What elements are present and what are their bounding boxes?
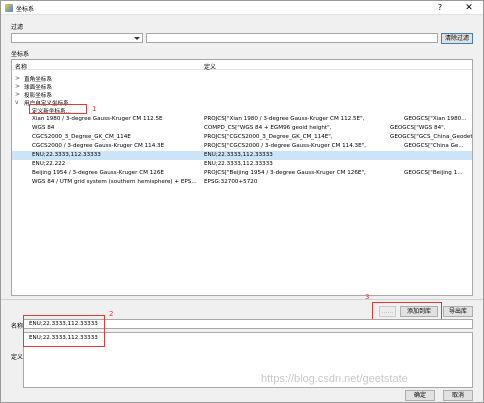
crs-geogcs: GEOGCS["Xian 1980... [404,116,467,122]
annotation-box-3 [372,302,442,320]
crs-definition: COMPD_CS["WGS 84 + EGM96 geoid height", [204,125,332,131]
ok-button[interactable]: 确定 [405,390,435,401]
clear-filter-button[interactable]: 清除过滤 [441,33,473,44]
table-row[interactable]: ENU;22.222 ENU;22.3333,112.33333 [12,160,472,169]
table-row[interactable]: Xian 1980 / 3-degree Gauss-Kruger CM 112… [12,115,472,124]
close-button[interactable]: ✕ [461,2,477,14]
chevron-down-icon [134,37,140,40]
column-header-name: 名称 [15,64,28,71]
filter-input[interactable] [146,33,438,43]
help-button[interactable]: ? [433,2,447,14]
table-row[interactable]: WGS 84 COMPD_CS["WGS 84 + EGM96 geoid he… [12,124,472,133]
table-row[interactable]: CGCS2000 / 3-degree Gauss-Kruger CM 114.… [12,142,472,151]
crs-name: WGS 84 [32,125,55,131]
crs-definition: EPSG:32700+5720 [204,179,258,185]
crs-tree[interactable]: 名称 定义 > 直角坐标系 > 球面坐标系 > 投影坐标系 v 用户自定义坐标系… [11,59,473,296]
crs-name: Xian 1980 / 3-degree Gauss-Kruger CM 112… [32,116,163,122]
crs-section-label: 坐标系 [11,51,30,58]
annotation-number-1: 1 [92,105,97,113]
table-row[interactable]: CGCS2000_3_Degree_GK_CM_114E PROJCS["CGC… [12,133,472,142]
crs-geogcs: GEOGCS["Beijing 1... [404,170,463,176]
export-library-button[interactable]: 导出库 [443,306,473,317]
tree-header: 名称 定义 [12,60,472,71]
crs-definition: ENU;22.3333,112.33333 [204,152,273,158]
crs-definition: ENU;22.3333,112.33333 [204,161,273,167]
crs-definition: PROJCS["CGCS2000_3_Degree_GK_CM_114E", [204,134,333,140]
divider [1,299,483,300]
annotation-box-1 [29,104,87,114]
window-title: 坐标系 [16,6,35,13]
filter-combo[interactable] [11,33,143,43]
chevron-right-icon: > [15,91,21,98]
crs-name: Beijing 1954 / 3-degree Gauss-Kruger CM … [32,170,164,176]
coordinate-system-dialog: 坐标系 ? ✕ 过滤 清除过滤 坐标系 名称 定义 > 直角坐标系 > 球面坐标… [0,0,484,403]
crs-name: ENU;22.222 [32,161,66,167]
crs-name: CGCS2000_3_Degree_GK_CM_114E [32,134,131,140]
column-header-definition: 定义 [204,64,217,71]
crs-definition: PROJCS["Beijing 1954 / 3-degree Gauss-Kr… [204,170,366,176]
annotation-number-3: 3 [365,293,370,301]
watermark: https://blog.csdn.net/geetstate [261,373,408,385]
chevron-down-icon: v [15,99,19,106]
crs-definition: PROJCS["CGCS2000 / 3-degree Gauss-Kruger… [204,143,367,149]
annotation-box-2 [23,315,105,347]
app-icon [5,4,13,12]
table-row[interactable]: WGS 84 / UTM grid system (southern hemis… [12,178,472,187]
table-row-selected[interactable]: ENU;22.3333,112.33333 ENU;22.3333,112.33… [12,151,472,160]
filter-label: 过滤 [11,24,24,31]
cancel-button[interactable]: 取消 [443,390,473,401]
crs-definition: PROJCS["Xian 1980 / 3-degree Gauss-Kruge… [204,116,365,122]
crs-geogcs: GEOGCS["GCS_China_Geodetic... [390,134,472,140]
name-label: 名称 [11,323,24,330]
annotation-number-2: 2 [109,310,114,318]
crs-geogcs: GEOGCS["China Ge... [404,143,464,149]
definition-label: 定义 [11,354,24,361]
table-row[interactable]: Beijing 1954 / 3-degree Gauss-Kruger CM … [12,169,472,178]
title-bar: 坐标系 ? ✕ [1,1,483,15]
crs-name: ENU;22.3333,112.33333 [32,152,101,158]
crs-name: WGS 84 / UTM grid system (southern hemis… [32,179,197,185]
chevron-right-icon: > [15,83,21,90]
crs-geogcs: GEOGCS["WGS 84", [390,125,446,131]
chevron-right-icon: > [15,75,21,82]
crs-name: CGCS2000 / 3-degree Gauss-Kruger CM 114.… [32,143,165,149]
